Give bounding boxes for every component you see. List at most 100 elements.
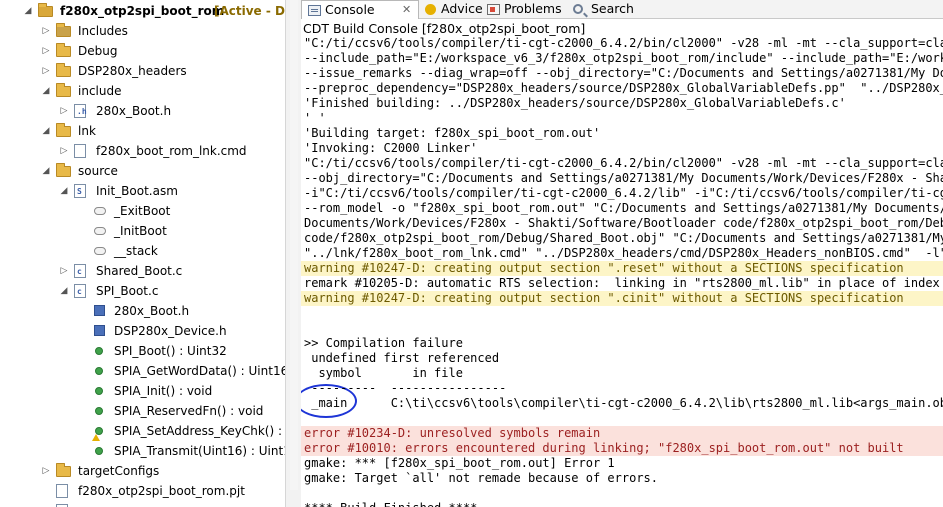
tree-item[interactable]: ▷ Includes bbox=[0, 21, 285, 41]
function-icon bbox=[95, 367, 103, 375]
console-line: ' ' bbox=[304, 111, 326, 125]
expand-arrow-icon[interactable]: ▷ bbox=[40, 461, 52, 481]
tree-item-label: _ExitBoot bbox=[114, 204, 171, 218]
function-icon bbox=[95, 407, 103, 415]
expand-arrow-icon[interactable]: ▷ bbox=[40, 41, 52, 61]
console-line: undefined first referenced bbox=[304, 351, 500, 365]
tree-item-label: Debug bbox=[78, 44, 118, 58]
tab-problems[interactable]: Problems bbox=[485, 0, 567, 19]
tree-item[interactable]: ▷ Shared_Boot.c bbox=[0, 261, 285, 282]
folder-icon bbox=[56, 43, 71, 57]
tree-item-label: source bbox=[78, 164, 118, 178]
console-line: code/f280x_otp2spi_boot_rom/Debug/Shared… bbox=[304, 231, 943, 245]
tab-label: Console bbox=[325, 2, 375, 17]
tree-item[interactable]: ◢ lnk bbox=[0, 121, 285, 141]
console-line: --include_path="E:/workspace_v6_3/f280x_… bbox=[304, 51, 943, 65]
tree-item[interactable]: ▷ 280x_Boot.h bbox=[0, 101, 285, 122]
pjt-file-icon bbox=[56, 484, 68, 498]
collapse-arrow-icon[interactable]: ◢ bbox=[40, 161, 52, 181]
problems-icon bbox=[487, 4, 500, 15]
project-state-label: [Active - Deb bbox=[214, 4, 285, 18]
tree-item[interactable]: ◢ Init_Boot.asm bbox=[0, 181, 285, 202]
tab-advice[interactable]: Advice bbox=[421, 0, 483, 19]
collapse-arrow-icon[interactable]: ◢ bbox=[58, 281, 70, 301]
folder-icon bbox=[56, 83, 71, 97]
tree-item[interactable]: _InitBoot bbox=[0, 221, 285, 241]
collapse-arrow-icon[interactable]: ◢ bbox=[40, 121, 52, 141]
tree-item[interactable]: ◢ source bbox=[0, 161, 285, 181]
expand-arrow-icon[interactable]: ▷ bbox=[58, 101, 70, 121]
tab-console[interactable]: Console ✕ bbox=[301, 0, 419, 19]
tree-item[interactable]: ▷ DSP280x_headers bbox=[0, 61, 285, 81]
tree-item[interactable]: SPIA_SetAddress_KeyChk() : Uir bbox=[0, 421, 285, 441]
tree-item[interactable]: ▷ targetConfigs bbox=[0, 461, 285, 481]
tree-item[interactable]: __stack bbox=[0, 241, 285, 261]
tree-item-label: DSP280x_headers bbox=[78, 64, 187, 78]
console-output[interactable]: "C:/ti/ccsv6/tools/compiler/ti-cgt-c2000… bbox=[301, 36, 943, 507]
console-line: --obj_directory="C:/Documents and Settin… bbox=[304, 171, 943, 185]
tree-item[interactable]: DSP280x_Device.h bbox=[0, 321, 285, 341]
tree-item[interactable]: f280x_otp2spi_boot_rom.pjt bbox=[0, 481, 285, 501]
expand-arrow-icon[interactable]: ▷ bbox=[40, 61, 52, 81]
folder-icon bbox=[56, 123, 71, 137]
c-file-icon bbox=[74, 282, 86, 302]
project-icon bbox=[38, 3, 53, 17]
console-line: 'Invoking: C2000 Linker' bbox=[304, 141, 478, 155]
expand-arrow-icon[interactable]: ▷ bbox=[58, 141, 70, 161]
close-icon[interactable]: ✕ bbox=[402, 1, 411, 19]
tree-item-label: SPI_Boot.c bbox=[96, 284, 159, 298]
asm-label-icon bbox=[94, 207, 106, 215]
console-line: --------- ---------------- bbox=[304, 381, 507, 395]
tree-item-label: __stack bbox=[114, 244, 158, 258]
tree-item[interactable]: SPIA_GetWordData() : Uint16 bbox=[0, 361, 285, 381]
tree-item-label: f280x_boot_rom_lnk.cmd bbox=[96, 144, 247, 158]
tree-item-label: DSP280x_Device.h bbox=[114, 324, 227, 338]
tree-item[interactable]: SPIA_ReservedFn() : void bbox=[0, 401, 285, 421]
tree-item-label: f280x_otp2spi_boot_rom bbox=[60, 4, 225, 18]
console-line: "C:/ti/ccsv6/tools/compiler/ti-cgt-c2000… bbox=[304, 156, 943, 170]
console-line: _main C:\ti\ccsv6\tools\compiler\ti-cgt-… bbox=[304, 396, 943, 410]
collapse-arrow-icon[interactable]: ◢ bbox=[58, 181, 70, 201]
tree-item[interactable]: 280x_Boot.h bbox=[0, 301, 285, 321]
tree-item[interactable]: ◢ SPI_Boot.c bbox=[0, 281, 285, 302]
folder-icon bbox=[56, 163, 71, 177]
tree-item[interactable]: ◢ f280x_otp2spi_boot_rom[Active - Deb bbox=[0, 1, 285, 21]
console-line: "C:/ti/ccsv6/tools/compiler/ti-cgt-c2000… bbox=[304, 36, 943, 50]
expand-arrow-icon[interactable]: ▷ bbox=[58, 261, 70, 281]
tree-item[interactable]: SPIA_Transmit(Uint16) : Uint16 bbox=[0, 441, 285, 461]
function-icon bbox=[95, 347, 103, 355]
console-line: **** Build Finished **** bbox=[304, 501, 477, 507]
tree-item[interactable]: ▷ f280x_boot_rom_lnk.cmd bbox=[0, 141, 285, 161]
tab-search[interactable]: Search bbox=[571, 0, 643, 19]
console-view: Console ✕ Advice Problems Search CDT Build C… bbox=[301, 0, 943, 507]
tree-item[interactable] bbox=[0, 501, 285, 507]
tree-item[interactable]: ◢ include bbox=[0, 81, 285, 101]
folder-icon bbox=[56, 63, 71, 77]
tree-item[interactable]: SPIA_Init() : void bbox=[0, 381, 285, 401]
warning-overlay-icon bbox=[92, 434, 100, 441]
asm-file-icon bbox=[74, 182, 86, 202]
console-line: symbol in file bbox=[304, 366, 463, 380]
splitter-bar[interactable] bbox=[290, 0, 298, 490]
console-line: 'Building target: f280x_spi_boot_rom.out… bbox=[304, 126, 601, 140]
c-file-icon bbox=[74, 262, 86, 282]
tree-item[interactable]: SPI_Boot() : Uint32 bbox=[0, 341, 285, 361]
tree-item-label: include bbox=[78, 84, 122, 98]
header-file-icon bbox=[74, 102, 87, 122]
expand-arrow-icon[interactable]: ▷ bbox=[40, 21, 52, 41]
warning-line: warning #10247-D: creating output sectio… bbox=[304, 261, 904, 275]
error-line: error #10010: errors encountered during … bbox=[304, 441, 904, 455]
console-line: -i"C:/ti/ccsv6/tools/compiler/ti-cgt-c20… bbox=[304, 186, 943, 200]
include-directive-icon bbox=[94, 325, 105, 336]
collapse-arrow-icon[interactable]: ◢ bbox=[40, 81, 52, 101]
tree-item[interactable]: ▷ Debug bbox=[0, 41, 285, 61]
tree-item-label: Shared_Boot.c bbox=[96, 264, 183, 278]
console-icon bbox=[308, 5, 321, 16]
view-splitter[interactable] bbox=[285, 0, 301, 507]
console-line: gmake: Target `all' not remade because o… bbox=[304, 471, 659, 485]
tree-item[interactable]: _ExitBoot bbox=[0, 201, 285, 221]
tab-label: Problems bbox=[504, 1, 562, 16]
cmd-file-icon bbox=[74, 144, 86, 158]
collapse-arrow-icon[interactable]: ◢ bbox=[22, 1, 34, 21]
tree-item-label: _InitBoot bbox=[114, 224, 167, 238]
